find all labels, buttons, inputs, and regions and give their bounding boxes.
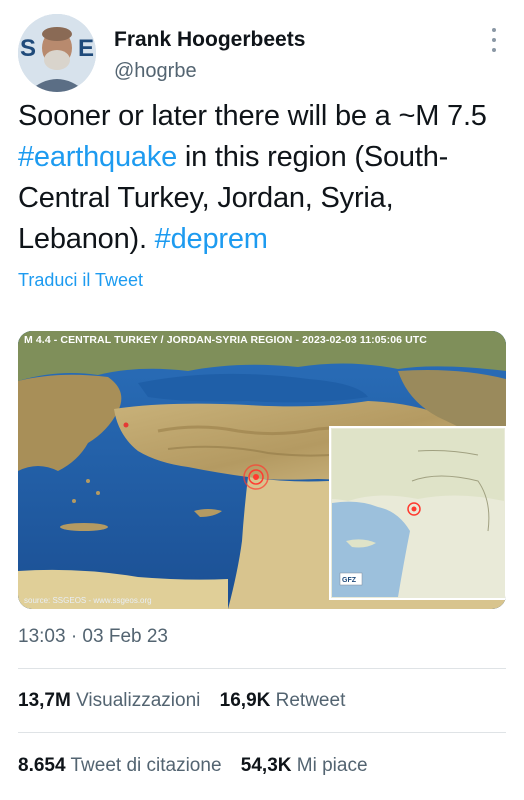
svg-text:S: S [20,35,36,62]
quote-tweets-stat[interactable]: 8.654 Tweet di citazione [18,755,222,777]
more-options-icon[interactable] [484,26,504,54]
views-label: Visualizzazioni [76,690,201,711]
svg-text:E: E [78,35,94,62]
retweets-label: Retweet [275,690,346,711]
divider [18,732,506,733]
quote-tweets-label: Tweet di citazione [70,755,222,776]
hashtag-earthquake-link[interactable]: #earthquake [18,141,177,173]
retweets-stat[interactable]: 16,9K Retweet [220,690,346,712]
likes-label: Mi piace [296,755,368,776]
quote-tweets-count: 8.654 [18,755,66,776]
views-stat[interactable]: 13,7M Visualizzazioni [18,690,200,712]
author-name[interactable]: Frank Hoogerbeets [114,28,305,52]
likes-count: 54,3K [240,755,292,776]
divider [18,668,506,669]
earthquake-map-image: GFZ [18,331,506,609]
stats-row-quotes-likes: 8.654 Tweet di citazione 54,3K Mi piace [18,755,382,777]
avatar-image: S E [18,14,96,92]
tweet-text-part: Sooner or later there will be a ~M 7.5 [18,100,487,132]
map-title: M 4.4 - CENTRAL TURKEY / JORDAN-SYRIA RE… [24,334,427,346]
retweets-count: 16,9K [219,690,271,711]
gfz-logo: GFZ [342,577,357,584]
tweet-header: S E Frank Hoogerbeets @hogrbe [0,0,524,100]
stats-row-views-retweets: 13,7M Visualizzazioni 16,9K Retweet [18,690,359,712]
tweet-media-map[interactable]: GFZ M 4.4 - CENTRAL TURKEY / JORDAN-SYRI… [18,331,506,609]
author-handle[interactable]: @hogrbe [114,60,197,83]
tweet-text: Sooner or later there will be a ~M 7.5 #… [18,96,513,260]
likes-stat[interactable]: 54,3K Mi piace [241,755,368,777]
hashtag-deprem-link[interactable]: #deprem [155,223,268,255]
tweet-timestamp[interactable]: 13:03 · 03 Feb 23 [18,626,168,648]
views-count: 13,7M [18,690,71,711]
map-source: source: SSGEOS - www.ssgeos.org [24,596,152,605]
avatar[interactable]: S E [18,14,96,92]
translate-tweet-link[interactable]: Traduci il Tweet [18,270,143,291]
